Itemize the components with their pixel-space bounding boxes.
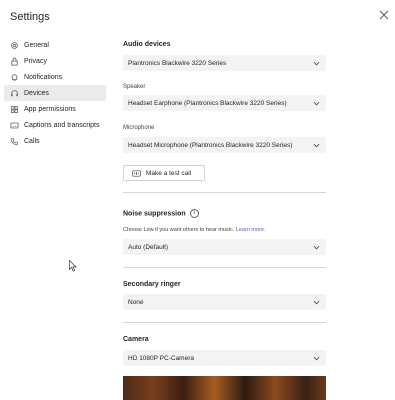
sidebar-item-captions[interactable]: Captions and transcripts <box>4 117 106 133</box>
microphone-select[interactable]: Headset Microphone (Plantronics Blackwir… <box>123 137 326 153</box>
select-value: Headset Microphone (Plantronics Blackwir… <box>128 141 293 149</box>
camera-preview <box>123 376 326 400</box>
sidebar-item-devices[interactable]: Devices <box>4 85 106 101</box>
select-value: Headset Earphone (Plantronics Blackwire … <box>128 99 287 107</box>
sidebar-item-label: Notifications <box>24 73 63 81</box>
settings-sidebar: General Privacy Notifications Devices Ap… <box>4 37 106 149</box>
sidebar-item-label: App permissions <box>24 105 76 113</box>
mouse-cursor-icon <box>69 260 77 272</box>
test-call-icon <box>132 169 141 177</box>
close-button[interactable] <box>378 9 390 21</box>
sidebar-item-calls[interactable]: Calls <box>4 133 106 149</box>
phone-icon <box>10 137 18 145</box>
secondary-ringer-select[interactable]: None <box>123 294 326 310</box>
headset-icon <box>11 89 18 96</box>
bell-icon <box>11 73 18 81</box>
sidebar-item-general[interactable]: General <box>4 37 106 53</box>
help-text: Choose Low if you want others to hear mu… <box>123 227 235 233</box>
sidebar-item-notifications[interactable]: Notifications <box>4 69 106 85</box>
audio-device-select[interactable]: Plantronics Blackwire 3220 Series <box>123 55 326 71</box>
chevron-down-icon <box>313 300 320 304</box>
learn-more-link[interactable]: Learn more. <box>236 227 266 233</box>
sidebar-item-label: Privacy <box>24 57 47 65</box>
sidebar-item-privacy[interactable]: Privacy <box>4 53 106 69</box>
select-value: None <box>128 298 144 306</box>
divider <box>123 267 326 268</box>
camera-select[interactable]: HD 1080P PC-Camera <box>123 350 326 366</box>
sidebar-item-label: Devices <box>24 89 49 97</box>
chevron-down-icon <box>313 356 320 360</box>
button-label: Make a test call <box>146 169 192 177</box>
noise-suppression-title: Noise suppression <box>123 210 186 218</box>
camera-heading: Camera <box>123 336 149 343</box>
select-value: Plantronics Blackwire 3220 Series <box>128 59 227 67</box>
captions-icon <box>10 122 19 128</box>
make-test-call-button[interactable]: Make a test call <box>123 165 205 181</box>
settings-title: Settings <box>10 11 50 23</box>
select-value: Auto (Default) <box>128 243 169 251</box>
sidebar-item-label: General <box>24 41 49 49</box>
audio-devices-heading: Audio devices <box>123 41 171 48</box>
chevron-down-icon <box>313 61 320 65</box>
lock-icon <box>11 57 18 66</box>
close-icon <box>379 10 389 20</box>
noise-help-text: Choose Low if you want others to hear mu… <box>123 227 265 233</box>
chevron-down-icon <box>313 245 320 249</box>
gear-icon <box>11 41 18 49</box>
chevron-down-icon <box>313 101 320 105</box>
devices-panel: Audio devices Plantronics Blackwire 3220… <box>123 0 326 400</box>
info-icon[interactable]: i <box>189 209 199 218</box>
sidebar-item-app-permissions[interactable]: App permissions <box>4 101 106 117</box>
select-value: HD 1080P PC-Camera <box>128 354 194 362</box>
sidebar-item-label: Captions and transcripts <box>24 121 100 129</box>
divider <box>123 322 326 323</box>
noise-suppression-heading: Noise suppression i <box>123 209 199 218</box>
secondary-ringer-heading: Secondary ringer <box>123 281 181 288</box>
grid-icon <box>10 105 19 113</box>
divider <box>123 192 326 193</box>
noise-suppression-select[interactable]: Auto (Default) <box>123 239 326 255</box>
chevron-down-icon <box>313 143 320 147</box>
sidebar-item-label: Calls <box>24 137 40 145</box>
speaker-select[interactable]: Headset Earphone (Plantronics Blackwire … <box>123 95 326 111</box>
speaker-label: Speaker <box>123 84 146 90</box>
microphone-label: Microphone <box>123 125 155 131</box>
